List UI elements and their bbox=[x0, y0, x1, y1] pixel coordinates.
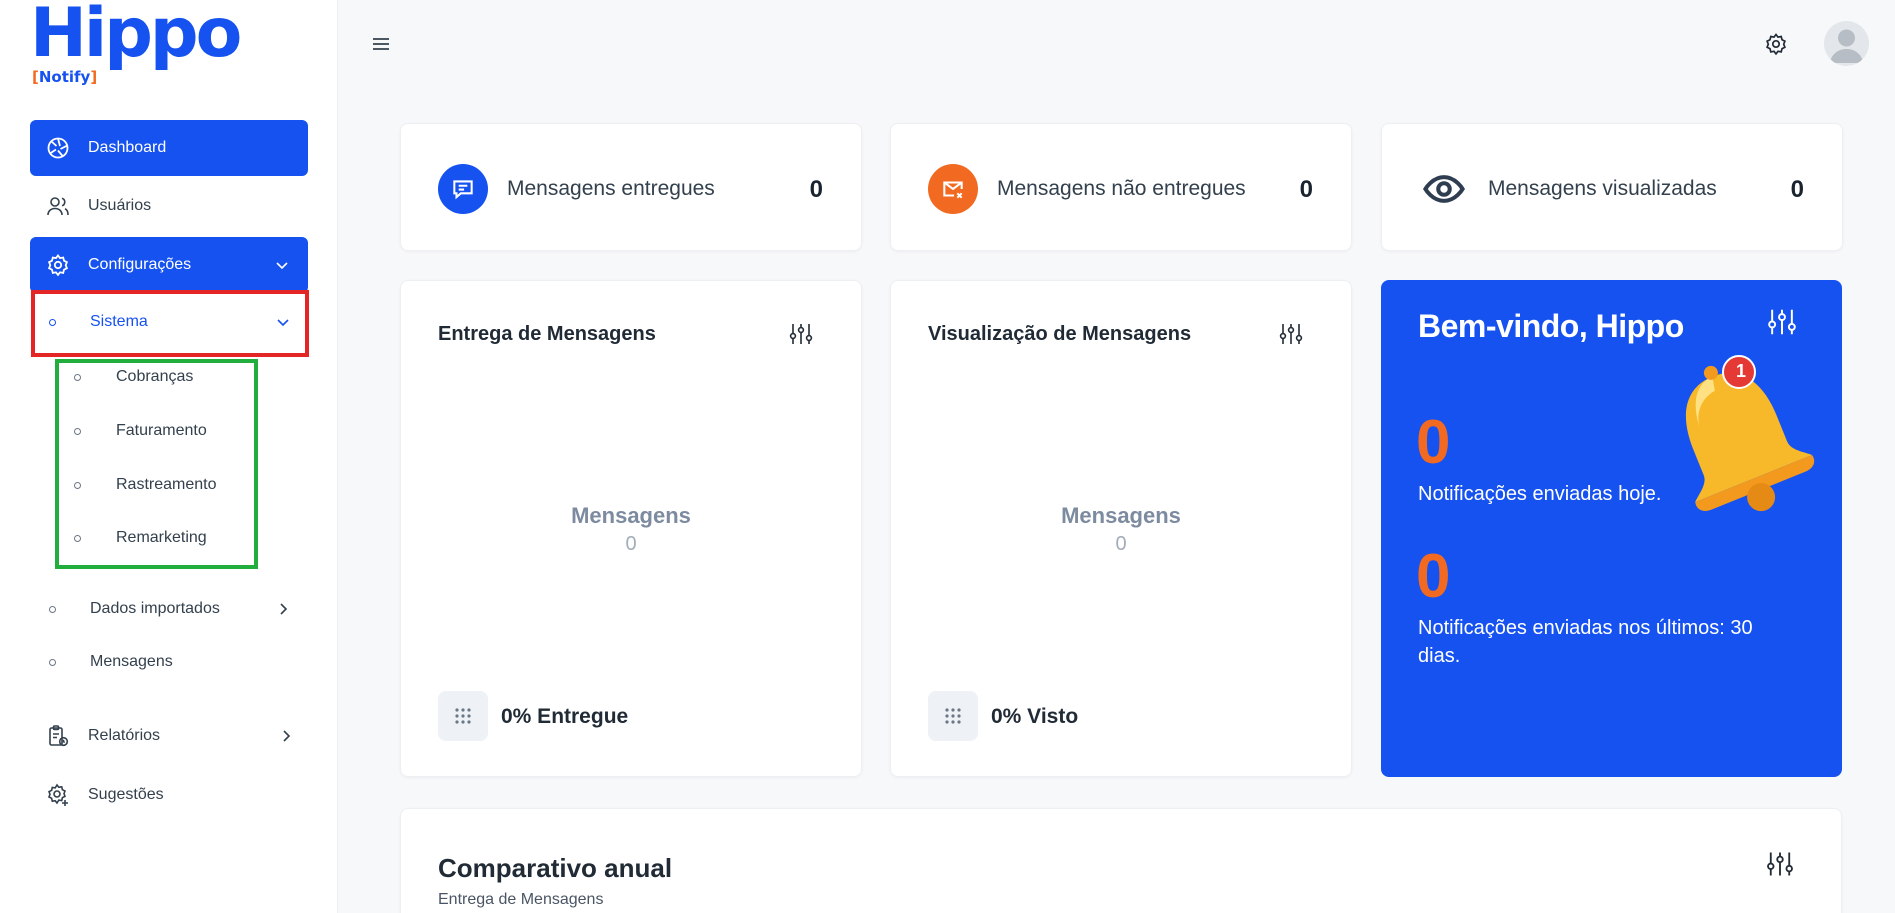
logo-subtitle: [Notify] bbox=[32, 68, 98, 86]
filter-sliders-icon[interactable] bbox=[1766, 306, 1798, 338]
chart-footer-text: 0% Visto bbox=[991, 705, 1079, 728]
gear-icon bbox=[1766, 33, 1786, 56]
sidebar-item-label: Dashboard bbox=[88, 139, 167, 156]
grid-dots-icon bbox=[928, 691, 978, 741]
gear-icon bbox=[45, 252, 71, 278]
sidebar-item-dashboard[interactable]: Dashboard bbox=[30, 120, 308, 176]
sidebar-item-label: Configurações bbox=[88, 256, 192, 273]
report-icon bbox=[45, 723, 71, 749]
sidebar-item-sugestoes[interactable]: Sugestões bbox=[30, 767, 308, 823]
grid-dots-icon bbox=[438, 691, 488, 741]
donut-center-value: 0 bbox=[625, 533, 637, 555]
user-avatar[interactable] bbox=[1824, 21, 1869, 66]
settings-button[interactable] bbox=[1764, 32, 1788, 56]
sidebar-item-label: Dados importados bbox=[90, 600, 220, 617]
sidebar-item-label: Mensagens bbox=[90, 653, 173, 670]
chart-title: Entrega de Mensagens bbox=[438, 323, 656, 345]
sidebar: Hippo [Notify] Dashboard Usuários Config… bbox=[0, 0, 338, 913]
stat-label: Mensagens entregues bbox=[507, 177, 715, 200]
filter-sliders-icon[interactable] bbox=[1765, 849, 1795, 879]
dashboard-icon bbox=[45, 135, 71, 161]
highlight-box-red bbox=[31, 290, 309, 357]
stat-card-entregues: Mensagens entregues 0 bbox=[400, 123, 862, 251]
month-count: 0 bbox=[1416, 542, 1451, 611]
stat-card-visualizadas: Mensagens visualizadas 0 bbox=[1381, 123, 1843, 251]
donut-center-value: 0 bbox=[1115, 533, 1127, 555]
sidebar-item-label: Sugestões bbox=[88, 786, 164, 803]
sidebar-item-usuarios[interactable]: Usuários bbox=[30, 178, 308, 234]
stat-label: Mensagens visualizadas bbox=[1488, 177, 1717, 200]
filter-sliders-icon[interactable] bbox=[788, 321, 814, 347]
stat-value: 0 bbox=[809, 176, 823, 203]
logo-wordmark: Hippo bbox=[30, 0, 242, 73]
bullet-icon bbox=[49, 605, 56, 613]
mail-x-icon bbox=[928, 164, 978, 214]
stat-card-nao-entregues: Mensagens não entregues 0 bbox=[890, 123, 1352, 251]
user-avatar-icon bbox=[1830, 29, 1863, 63]
stat-label: Mensagens não entregues bbox=[997, 177, 1246, 200]
chevron-down-icon bbox=[274, 257, 290, 273]
month-label: Notificações enviadas nos últimos: 30 di… bbox=[1418, 617, 1753, 667]
highlight-box-green bbox=[55, 359, 258, 569]
hamburger-icon bbox=[373, 38, 389, 50]
sidebar-item-label: Relatórios bbox=[88, 727, 161, 744]
today-count: 0 bbox=[1416, 408, 1451, 477]
annual-comparison-card: Comparativo anual Entrega de Mensagens bbox=[400, 808, 1842, 913]
sidebar-item-label: Usuários bbox=[88, 197, 152, 214]
filter-sliders-icon[interactable] bbox=[1278, 321, 1304, 347]
sidebar-item-relatorios[interactable]: Relatórios bbox=[30, 708, 308, 764]
chart-footer-text: 0% Entregue bbox=[501, 705, 629, 728]
chart-title: Visualização de Mensagens bbox=[928, 323, 1192, 345]
donut-center-label: Mensagens bbox=[1061, 503, 1181, 528]
bullet-icon bbox=[49, 658, 56, 666]
gear-plus-icon bbox=[45, 782, 71, 808]
users-icon bbox=[45, 193, 71, 219]
donut-center-label: Mensagens bbox=[571, 503, 691, 528]
annual-subtitle: Entrega de Mensagens bbox=[438, 891, 604, 908]
welcome-card: Bem-vindo, Hippo 0 Notificações enviadas… bbox=[1381, 280, 1842, 777]
chevron-right-icon bbox=[275, 601, 291, 617]
eye-icon bbox=[1419, 164, 1469, 214]
chart-card-visualizacao: Visualização de Mensagens Mensagens 0 0%… bbox=[890, 280, 1352, 777]
bell-badge: 1 bbox=[1735, 361, 1746, 381]
sidebar-item-dados-importados[interactable]: Dados importados bbox=[49, 589, 299, 629]
stat-value: 0 bbox=[1299, 176, 1313, 203]
sidebar-item-configuracoes[interactable]: Configurações bbox=[30, 237, 308, 293]
welcome-title: Bem-vindo, Hippo bbox=[1418, 308, 1684, 344]
stat-value: 0 bbox=[1790, 176, 1804, 203]
sidebar-item-mensagens[interactable]: Mensagens bbox=[49, 642, 173, 682]
message-icon bbox=[438, 164, 488, 214]
hamburger-menu-button[interactable] bbox=[370, 33, 392, 55]
annual-title: Comparativo anual bbox=[438, 853, 673, 883]
hippo-notify-logo[interactable]: Hippo [Notify] bbox=[30, 0, 242, 86]
chevron-right-icon bbox=[278, 728, 294, 744]
today-label: Notificações enviadas hoje. bbox=[1418, 483, 1662, 505]
chart-card-entrega: Entrega de Mensagens Mensagens 0 0% Entr… bbox=[400, 280, 862, 777]
